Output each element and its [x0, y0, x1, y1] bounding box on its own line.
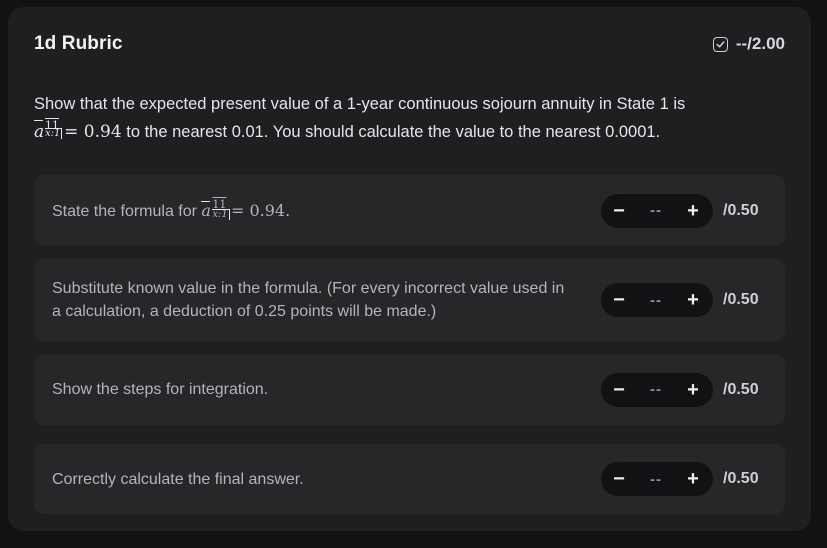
annuity-subscript: x:1 [45, 128, 63, 139]
score-stepper[interactable]: − -- + [601, 193, 713, 228]
annuity-value: = 0.94. [230, 200, 291, 220]
score-stepper[interactable]: − -- + [601, 372, 713, 407]
score-value: -- [650, 202, 662, 219]
score-control: − -- + /0.50 [601, 283, 767, 317]
checkbox-icon[interactable] [712, 36, 728, 52]
increment-button[interactable]: + [683, 290, 703, 310]
score-control: − -- + /0.50 [601, 372, 767, 407]
annuity-symbol: a 11 x:1 = 0.94 [34, 119, 122, 142]
decrement-button[interactable]: − [609, 290, 629, 310]
increment-button[interactable]: + [683, 469, 703, 489]
max-points: /0.50 [723, 201, 759, 219]
max-points: /0.50 [723, 380, 759, 398]
rubric-item-label: Show the steps for integration. [52, 381, 269, 398]
rubric-item-text: State the formula for [52, 202, 197, 220]
increment-button[interactable]: + [683, 201, 703, 221]
rubric-item-label: State the formula for a 11 x:1 = 0.94. [52, 198, 291, 223]
rubric-title: 1d Rubric [34, 33, 123, 54]
score-value: -- [650, 291, 662, 309]
annuity-symbol: a 11 x:1 = 0.94. [201, 198, 291, 220]
decrement-button[interactable]: − [609, 380, 629, 400]
total-score: --/2.00 [712, 34, 785, 54]
question-text-before: Show that the expected present value of … [34, 95, 686, 113]
score-value: -- [650, 381, 662, 398]
rubric-item-label: Substitute known value in the formula. (… [52, 280, 565, 320]
max-points: /0.50 [723, 291, 759, 308]
rubric-item: State the formula for a 11 x:1 = 0.94. − --… [34, 175, 785, 246]
decrement-button[interactable]: − [609, 469, 629, 489]
rubric-header: 1d Rubric --/2.00 [34, 31, 785, 57]
rubric-item: Show the steps for integration. − -- + /… [34, 354, 785, 425]
rubric-card: 1d Rubric --/2.00 Show that the expected… [8, 7, 811, 531]
max-points: /0.50 [723, 470, 759, 487]
annuity-subscript: x:1 [212, 208, 230, 220]
total-score-value: --/2.00 [735, 34, 785, 53]
increment-button[interactable]: + [683, 380, 703, 400]
decrement-button[interactable]: − [609, 201, 629, 221]
question-text: Show that the expected present value of … [34, 90, 785, 146]
score-stepper[interactable]: − -- + [601, 462, 713, 496]
question-text-after: to the nearest 0.01. You should calculat… [126, 123, 661, 141]
score-stepper[interactable]: − -- + [601, 283, 713, 317]
rubric-item-label: Correctly calculate the final answer. [52, 470, 304, 488]
score-control: − -- + /0.50 [601, 462, 767, 496]
rubric-item: Correctly calculate the final answer. − … [34, 444, 785, 514]
score-value: -- [650, 470, 662, 488]
score-control: − -- + /0.50 [601, 193, 767, 228]
annuity-value: = 0.94 [64, 122, 122, 142]
rubric-item: Substitute known value in the formula. (… [34, 259, 785, 341]
